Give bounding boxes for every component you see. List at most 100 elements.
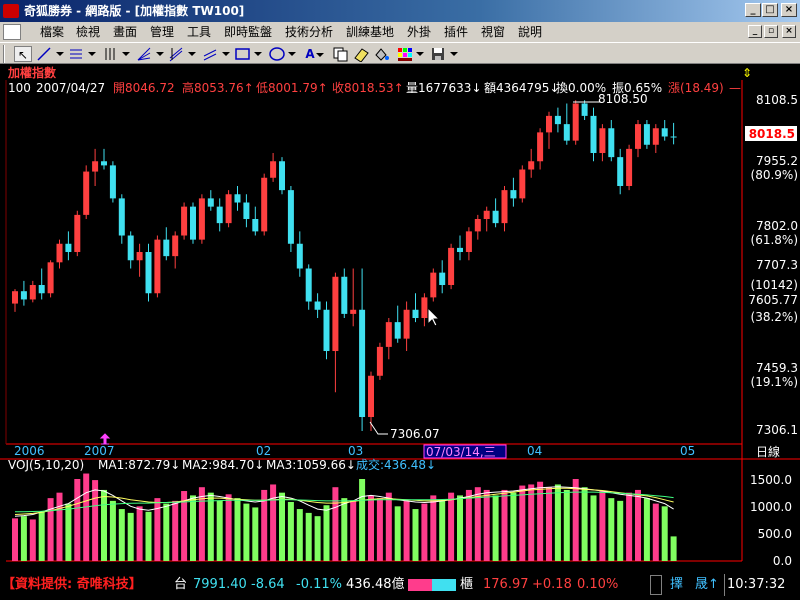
- candle-body: [626, 148, 633, 187]
- volume-bar: [608, 498, 615, 561]
- low-value: 低8001.79↑: [256, 81, 328, 95]
- otc-tag: 櫃: [460, 577, 474, 592]
- channel-tool-button[interactable]: [168, 46, 198, 62]
- crosshair-date: 07/03/14,三: [426, 445, 496, 459]
- candle-body: [501, 190, 508, 224]
- menu-window[interactable]: 視窗: [481, 22, 505, 42]
- close-button[interactable]: ×: [781, 3, 797, 17]
- menu-view[interactable]: 檢視: [76, 22, 100, 42]
- period-value: 100: [8, 81, 31, 95]
- chart-area[interactable]: 加權指數 100 2007/04/27 開8046.72 高8053.76↑ 低…: [0, 64, 800, 571]
- signal-icon[interactable]: [650, 575, 662, 595]
- marker-anchor-icon[interactable]: [99, 433, 111, 445]
- menu-help[interactable]: 說明: [518, 22, 542, 42]
- time-tick: 03: [348, 444, 363, 458]
- current-price-label: 8018.5: [749, 127, 795, 141]
- volume-bar: [323, 505, 330, 561]
- volume-bar: [332, 487, 339, 561]
- volume-bar: [617, 500, 624, 561]
- candle-body: [65, 243, 72, 253]
- candle-body: [554, 115, 561, 125]
- menu-plugin-ext[interactable]: 外掛: [407, 22, 431, 42]
- text-tool-button[interactable]: A: [300, 46, 330, 62]
- hline-tool-button[interactable]: [68, 46, 98, 62]
- candle-body: [599, 128, 606, 154]
- mdi-restore-button[interactable]: ▫: [764, 25, 778, 38]
- price-axis: 8108.5 7955.2 (80.9%) 7802.0 (61.8%) 770…: [748, 93, 798, 437]
- candle-body: [163, 239, 170, 257]
- menu-plugins[interactable]: 插件: [444, 22, 468, 42]
- period-daily[interactable]: 日線: [756, 444, 780, 459]
- twse-tag: 台: [174, 577, 188, 592]
- candle-body: [341, 276, 348, 314]
- copy-tool-button[interactable]: [332, 46, 350, 62]
- candle-body: [172, 235, 179, 257]
- document-icon[interactable]: [3, 24, 21, 40]
- volume-bar: [635, 489, 641, 561]
- rectangle-tool-button[interactable]: [234, 46, 264, 62]
- parallel-tool-button[interactable]: [202, 46, 232, 62]
- minimize-button[interactable]: _: [745, 3, 761, 17]
- volume-bar: [252, 507, 259, 561]
- volume-bar: [430, 495, 437, 561]
- volume-bar: [172, 500, 179, 561]
- indicator-2[interactable]: 晟↑: [695, 574, 719, 596]
- paint-tool-button[interactable]: [372, 46, 390, 62]
- menu-file[interactable]: 檔案: [40, 22, 64, 42]
- indicator-1[interactable]: 擇: [670, 574, 683, 596]
- fan-tool-button[interactable]: [136, 46, 166, 62]
- volume-bar: [12, 518, 18, 561]
- volume-bar: [65, 503, 72, 561]
- menu-technical[interactable]: 技術分析: [285, 22, 333, 42]
- menu-tools[interactable]: 工具: [187, 22, 211, 42]
- volume-bar: [439, 500, 446, 561]
- chart-svg[interactable]: 加權指數 100 2007/04/27 開8046.72 高8053.76↑ 低…: [0, 64, 800, 571]
- clock: 10:37:32: [724, 574, 785, 596]
- menu-manage[interactable]: 管理: [150, 22, 174, 42]
- candle-body: [350, 309, 357, 314]
- volume-bar: [661, 506, 668, 561]
- volume-bar: [350, 500, 357, 561]
- volume-bar: [163, 503, 170, 561]
- close-value: 收8018.53↑: [332, 81, 404, 95]
- vline-tool-button[interactable]: [102, 46, 132, 62]
- candle-body: [608, 128, 615, 158]
- candle-body: [581, 103, 588, 116]
- candle-body: [243, 202, 250, 220]
- trend-line-icon: [37, 47, 64, 61]
- volume-bar: [101, 489, 107, 561]
- ellipse-icon: [269, 47, 296, 61]
- volume-bar: [270, 484, 277, 561]
- candlestick-series: [12, 100, 677, 432]
- candle-body: [643, 124, 650, 145]
- price-tick: 7605.77: [748, 293, 798, 307]
- volume-bar: [519, 485, 526, 561]
- mdi-close-button[interactable]: ×: [782, 25, 796, 38]
- save-button[interactable]: [430, 46, 460, 62]
- twse-amount: 436.48億: [346, 577, 405, 592]
- anchor-icon[interactable]: ⇕: [742, 66, 752, 80]
- candle-body: [56, 243, 63, 263]
- candle-body: [635, 124, 641, 149]
- title-bar[interactable]: 奇狐勝券 - 網路版 - [加權指數 TW100] _ □ ×: [0, 0, 800, 22]
- ellipse-tool-button[interactable]: [268, 46, 298, 62]
- rectangle-icon: [235, 48, 262, 60]
- ma2-value: MA2:984.70↓: [182, 458, 264, 472]
- price-tick: 7306.1: [756, 423, 798, 437]
- color-palette-button[interactable]: [396, 46, 426, 62]
- menu-training[interactable]: 訓練基地: [346, 22, 394, 42]
- candle-body: [207, 198, 214, 207]
- pointer-tool-button[interactable]: ↖: [14, 46, 32, 62]
- menu-screen[interactable]: 畫面: [113, 22, 137, 42]
- menu-realtime[interactable]: 即時監盤: [224, 22, 272, 42]
- maximize-button[interactable]: □: [762, 3, 778, 17]
- eraser-tool-button[interactable]: [352, 46, 370, 63]
- volume-bar: [501, 489, 508, 561]
- volume-bar: [403, 500, 410, 561]
- mdi-minimize-button[interactable]: _: [748, 25, 762, 38]
- fan-lines-icon: [137, 47, 164, 61]
- line-tool-button[interactable]: [36, 46, 66, 62]
- twse-change: -8.64: [251, 577, 285, 592]
- low-pointer-line: [369, 421, 388, 435]
- candle-body: [590, 115, 597, 154]
